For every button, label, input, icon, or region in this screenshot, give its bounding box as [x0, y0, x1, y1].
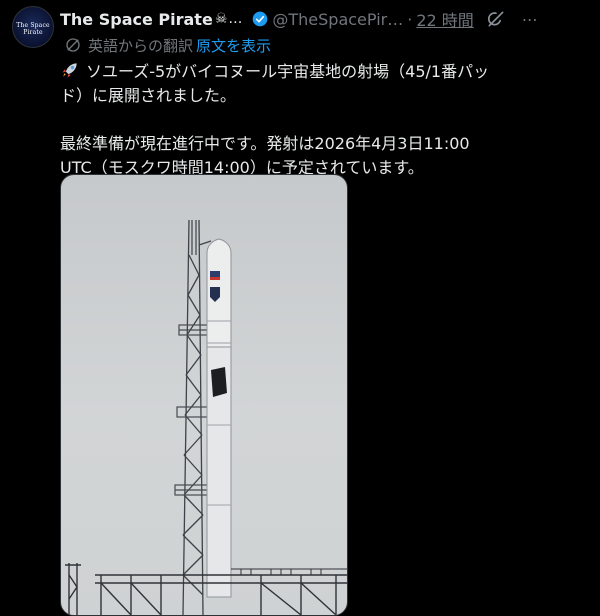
skull-emoji: ☠ [214, 11, 228, 27]
text-line-2: ド）に展開されました。 [60, 86, 237, 105]
text-line-4: 最終準備が現在進行中です。発射は2026年4月3日11:00 [60, 134, 470, 153]
separator-dot: · [407, 9, 413, 29]
translation-row: 英語からの翻訳 原文を表示 [64, 34, 271, 56]
rocket-launch-photo [65, 219, 347, 615]
grok-icon[interactable] [486, 9, 506, 29]
text-line-3 [60, 108, 580, 132]
avatar[interactable]: The Space Pirate [12, 6, 54, 48]
translation-label: 英語からの翻訳 [88, 36, 194, 55]
display-name[interactable]: The Space Pirate [60, 10, 213, 29]
verified-badge-icon[interactable] [252, 11, 268, 27]
pad-railing [231, 568, 347, 575]
globe-icon [66, 38, 80, 52]
post: The Space Pirate The Space Pirate ☠ … @T… [0, 0, 600, 616]
launch-pad [65, 563, 347, 615]
name-ellipsis: … [228, 11, 243, 27]
post-header: The Space Pirate ☠ … @TheSpacePir… · 22 … [60, 7, 592, 31]
rocket-body [206, 238, 232, 598]
avatar-logo-text: The Space Pirate [16, 22, 50, 36]
service-arms [174, 324, 212, 496]
more-icon[interactable]: ⋯ [522, 10, 539, 29]
text-line-1: ソユーズ-5がバイコヌール宇宙基地の射場（45/1番パッ [86, 62, 490, 81]
post-text: ソユーズ-5がバイコヌール宇宙基地の射場（45/1番パッ ド）に展開されました。… [60, 60, 580, 180]
text-line: ソユーズ-5がバイコヌール宇宙基地の射場（45/1番パッ [60, 60, 580, 84]
post-time[interactable]: 22 時間 [416, 7, 473, 31]
show-original-link[interactable]: 原文を表示 [196, 35, 271, 56]
post-image[interactable] [60, 174, 348, 616]
rocket-emoji-icon [62, 63, 77, 78]
user-handle[interactable]: @TheSpacePir… [272, 10, 403, 29]
